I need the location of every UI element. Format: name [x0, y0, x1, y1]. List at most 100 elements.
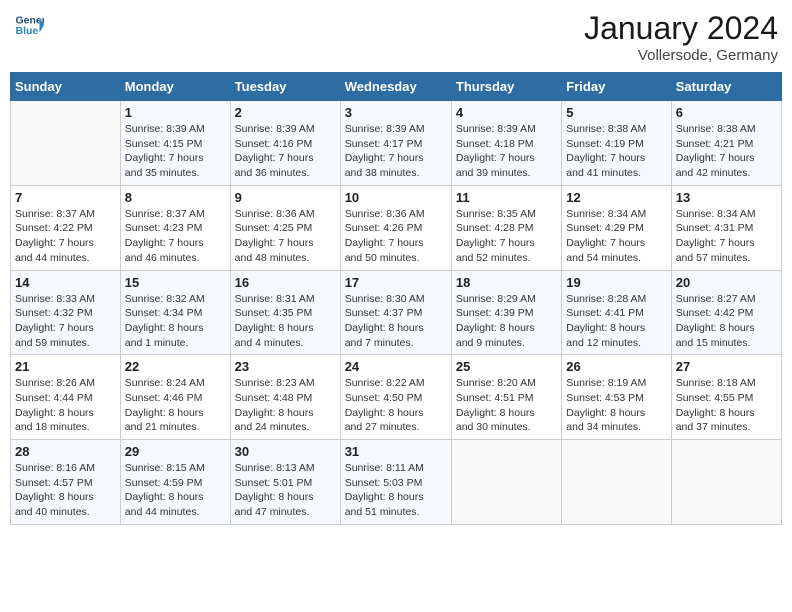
day-number: 16: [235, 275, 336, 290]
day-number: 21: [15, 359, 116, 374]
day-info: Sunrise: 8:30 AMSunset: 4:37 PMDaylight:…: [345, 292, 447, 351]
day-info: Sunrise: 8:34 AMSunset: 4:29 PMDaylight:…: [566, 207, 666, 266]
calendar-cell: 3 Sunrise: 8:39 AMSunset: 4:17 PMDaylight…: [340, 101, 451, 186]
day-number: 11: [456, 190, 557, 205]
day-number: 6: [676, 105, 777, 120]
location-title: Vollersode, Germany: [584, 47, 778, 64]
calendar-cell: 2 Sunrise: 8:39 AMSunset: 4:16 PMDaylight…: [230, 101, 340, 186]
day-info: Sunrise: 8:31 AMSunset: 4:35 PMDaylight:…: [235, 292, 336, 351]
calendar-cell: [451, 440, 561, 525]
day-info: Sunrise: 8:39 AMSunset: 4:18 PMDaylight:…: [456, 122, 557, 181]
calendar-body: 1Sunrise: 8:39 AMSunset: 4:15 PMDaylight…: [11, 101, 782, 525]
svg-text:Blue: Blue: [16, 25, 39, 37]
title-block: January 2024 Vollersode, Germany: [584, 10, 778, 64]
calendar-cell: 17 Sunrise: 8:30 AMSunset: 4:37 PMDayligh…: [340, 270, 451, 355]
day-info: Sunrise: 8:38 AMSunset: 4:21 PMDaylight:…: [676, 122, 777, 181]
calendar-cell: 8 Sunrise: 8:37 AMSunset: 4:23 PMDaylight…: [120, 185, 230, 270]
calendar-cell: 29 Sunrise: 8:15 AMSunset: 4:59 PMDayligh…: [120, 440, 230, 525]
weekday-header-thursday: Thursday: [451, 73, 561, 101]
day-number: 26: [566, 359, 666, 374]
day-info: Sunrise: 8:39 AMSunset: 4:15 PMDaylight:…: [125, 122, 226, 181]
calendar-cell: 6 Sunrise: 8:38 AMSunset: 4:21 PMDaylight…: [671, 101, 781, 186]
calendar-cell: 15Sunrise: 8:32 AMSunset: 4:34 PMDayligh…: [120, 270, 230, 355]
day-info: Sunrise: 8:26 AMSunset: 4:44 PMDaylight:…: [15, 376, 116, 435]
day-info: Sunrise: 8:27 AMSunset: 4:42 PMDaylight:…: [676, 292, 777, 351]
day-info: Sunrise: 8:32 AMSunset: 4:34 PMDaylight:…: [125, 292, 226, 351]
calendar-cell: 21 Sunrise: 8:26 AMSunset: 4:44 PMDayligh…: [11, 355, 121, 440]
calendar-cell: 24 Sunrise: 8:22 AMSunset: 4:50 PMDayligh…: [340, 355, 451, 440]
day-info: Sunrise: 8:13 AMSunset: 5:01 PMDaylight:…: [235, 461, 336, 520]
day-info: Sunrise: 8:38 AMSunset: 4:19 PMDaylight:…: [566, 122, 666, 181]
day-info: Sunrise: 8:29 AMSunset: 4:39 PMDaylight:…: [456, 292, 557, 351]
calendar-cell: 25 Sunrise: 8:20 AMSunset: 4:51 PMDayligh…: [451, 355, 561, 440]
day-number: 4: [456, 105, 557, 120]
day-info: Sunrise: 8:34 AMSunset: 4:31 PMDaylight:…: [676, 207, 777, 266]
day-info: Sunrise: 8:22 AMSunset: 4:50 PMDaylight:…: [345, 376, 447, 435]
day-info: Sunrise: 8:35 AMSunset: 4:28 PMDaylight:…: [456, 207, 557, 266]
weekday-header-friday: Friday: [562, 73, 671, 101]
day-info: Sunrise: 8:37 AMSunset: 4:23 PMDaylight:…: [125, 207, 226, 266]
day-number: 29: [125, 444, 226, 459]
calendar-header-row: SundayMondayTuesdayWednesdayThursdayFrid…: [11, 73, 782, 101]
day-number: 10: [345, 190, 447, 205]
day-info: Sunrise: 8:39 AMSunset: 4:16 PMDaylight:…: [235, 122, 336, 181]
calendar-cell: 27Sunrise: 8:18 AMSunset: 4:55 PMDayligh…: [671, 355, 781, 440]
day-info: Sunrise: 8:37 AMSunset: 4:22 PMDaylight:…: [15, 207, 116, 266]
day-number: 8: [125, 190, 226, 205]
page-header: General Blue January 2024 Vollersode, Ge…: [10, 10, 782, 64]
calendar-week-row: 7 Sunrise: 8:37 AMSunset: 4:22 PMDaylight…: [11, 185, 782, 270]
calendar-week-row: 28Sunrise: 8:16 AMSunset: 4:57 PMDayligh…: [11, 440, 782, 525]
day-number: 17: [345, 275, 447, 290]
weekday-header-wednesday: Wednesday: [340, 73, 451, 101]
calendar-cell: 20 Sunrise: 8:27 AMSunset: 4:42 PMDayligh…: [671, 270, 781, 355]
day-number: 19: [566, 275, 666, 290]
calendar-week-row: 14Sunrise: 8:33 AMSunset: 4:32 PMDayligh…: [11, 270, 782, 355]
day-info: Sunrise: 8:19 AMSunset: 4:53 PMDaylight:…: [566, 376, 666, 435]
logo: General Blue: [14, 10, 44, 40]
calendar-cell: 7 Sunrise: 8:37 AMSunset: 4:22 PMDaylight…: [11, 185, 121, 270]
day-number: 20: [676, 275, 777, 290]
calendar-cell: 4 Sunrise: 8:39 AMSunset: 4:18 PMDaylight…: [451, 101, 561, 186]
day-info: Sunrise: 8:39 AMSunset: 4:17 PMDaylight:…: [345, 122, 447, 181]
weekday-header-saturday: Saturday: [671, 73, 781, 101]
day-info: Sunrise: 8:28 AMSunset: 4:41 PMDaylight:…: [566, 292, 666, 351]
weekday-header-sunday: Sunday: [11, 73, 121, 101]
calendar-cell: 11 Sunrise: 8:35 AMSunset: 4:28 PMDayligh…: [451, 185, 561, 270]
day-number: 27: [676, 359, 777, 374]
day-info: Sunrise: 8:33 AMSunset: 4:32 PMDaylight:…: [15, 292, 116, 351]
day-number: 7: [15, 190, 116, 205]
calendar-cell: 16 Sunrise: 8:31 AMSunset: 4:35 PMDayligh…: [230, 270, 340, 355]
day-number: 25: [456, 359, 557, 374]
day-number: 5: [566, 105, 666, 120]
month-title: January 2024: [584, 10, 778, 47]
day-number: 2: [235, 105, 336, 120]
calendar-cell: 26 Sunrise: 8:19 AMSunset: 4:53 PMDayligh…: [562, 355, 671, 440]
day-info: Sunrise: 8:15 AMSunset: 4:59 PMDaylight:…: [125, 461, 226, 520]
day-number: 28: [15, 444, 116, 459]
calendar-cell: 22Sunrise: 8:24 AMSunset: 4:46 PMDayligh…: [120, 355, 230, 440]
weekday-header-monday: Monday: [120, 73, 230, 101]
day-number: 13: [676, 190, 777, 205]
day-info: Sunrise: 8:36 AMSunset: 4:26 PMDaylight:…: [345, 207, 447, 266]
calendar-cell: 10 Sunrise: 8:36 AMSunset: 4:26 PMDayligh…: [340, 185, 451, 270]
calendar-cell: [562, 440, 671, 525]
calendar-cell: 14Sunrise: 8:33 AMSunset: 4:32 PMDayligh…: [11, 270, 121, 355]
day-info: Sunrise: 8:11 AMSunset: 5:03 PMDaylight:…: [345, 461, 447, 520]
calendar-cell: 18Sunrise: 8:29 AMSunset: 4:39 PMDayligh…: [451, 270, 561, 355]
calendar-cell: 9 Sunrise: 8:36 AMSunset: 4:25 PMDaylight…: [230, 185, 340, 270]
day-info: Sunrise: 8:36 AMSunset: 4:25 PMDaylight:…: [235, 207, 336, 266]
calendar-cell: 13 Sunrise: 8:34 AMSunset: 4:31 PMDayligh…: [671, 185, 781, 270]
day-number: 24: [345, 359, 447, 374]
calendar-cell: 19 Sunrise: 8:28 AMSunset: 4:41 PMDayligh…: [562, 270, 671, 355]
calendar-cell: 28Sunrise: 8:16 AMSunset: 4:57 PMDayligh…: [11, 440, 121, 525]
calendar-week-row: 21 Sunrise: 8:26 AMSunset: 4:44 PMDayligh…: [11, 355, 782, 440]
day-number: 23: [235, 359, 336, 374]
calendar-cell: 31 Sunrise: 8:11 AMSunset: 5:03 PMDayligh…: [340, 440, 451, 525]
calendar-cell: 23 Sunrise: 8:23 AMSunset: 4:48 PMDayligh…: [230, 355, 340, 440]
day-number: 9: [235, 190, 336, 205]
day-number: 3: [345, 105, 447, 120]
day-info: Sunrise: 8:23 AMSunset: 4:48 PMDaylight:…: [235, 376, 336, 435]
weekday-header-tuesday: Tuesday: [230, 73, 340, 101]
day-number: 31: [345, 444, 447, 459]
day-info: Sunrise: 8:20 AMSunset: 4:51 PMDaylight:…: [456, 376, 557, 435]
